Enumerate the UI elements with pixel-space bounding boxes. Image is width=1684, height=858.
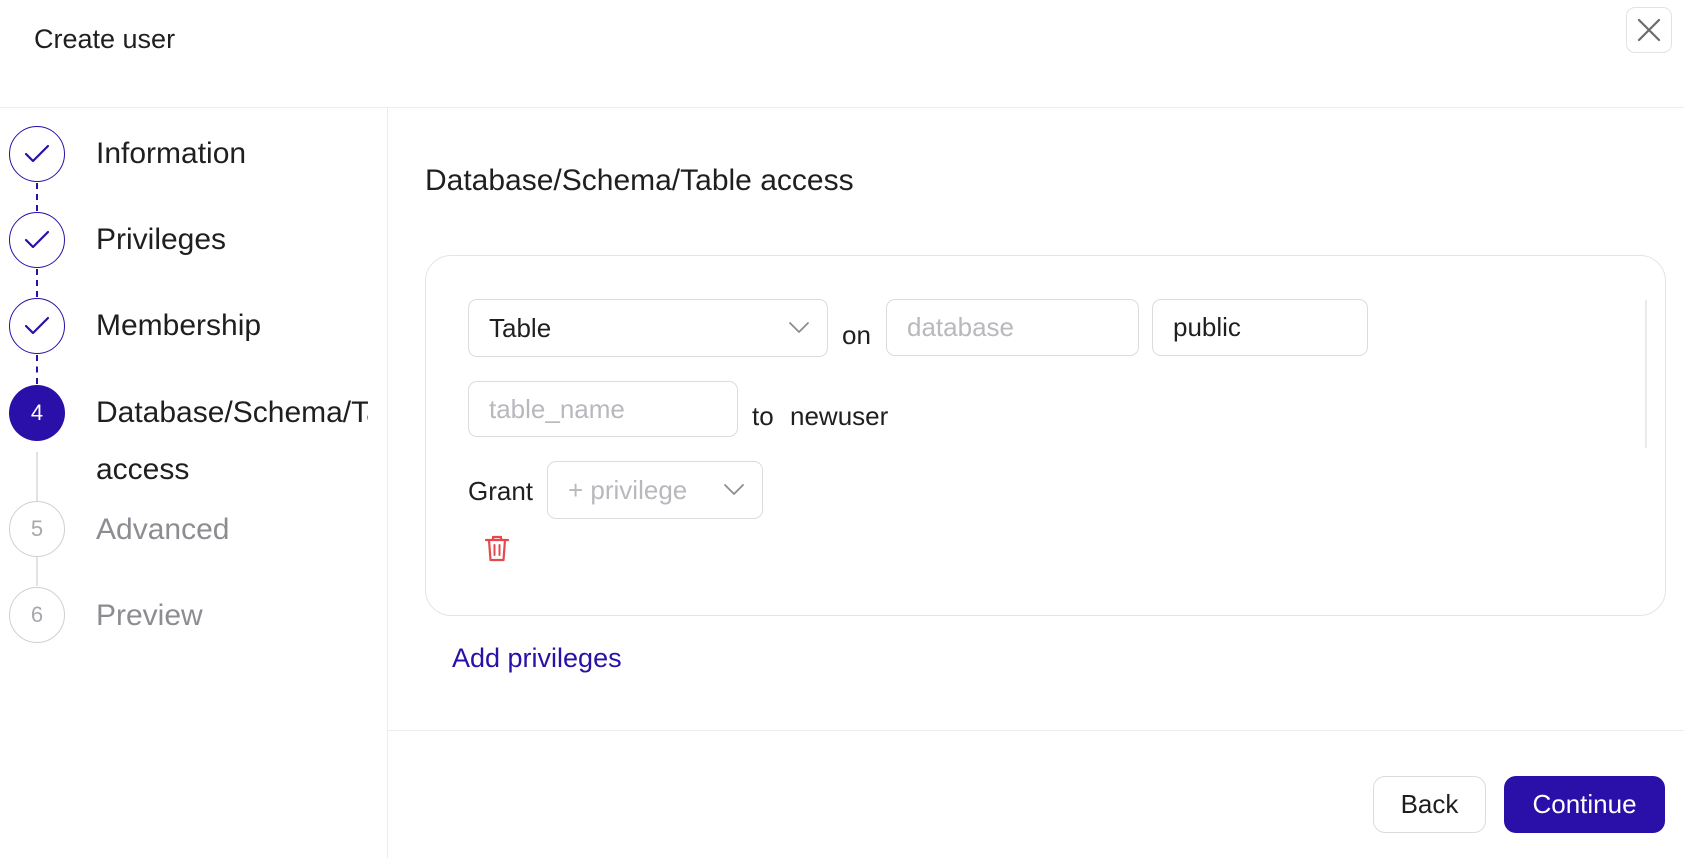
step-connector <box>36 452 38 502</box>
footer-divider <box>388 730 1684 731</box>
database-input[interactable]: database <box>886 299 1139 356</box>
database-placeholder: database <box>907 312 1014 342</box>
step-2-label[interactable]: Privileges <box>96 223 226 257</box>
object-type-value: Table <box>489 312 552 343</box>
to-label: to <box>752 401 774 431</box>
section-title: Database/Schema/Table access <box>425 164 854 197</box>
grant-label: Grant <box>468 476 534 506</box>
step-6-label[interactable]: Preview <box>96 599 203 633</box>
step-5-marker[interactable]: 5 <box>9 501 65 557</box>
check-icon <box>24 144 50 163</box>
step-connector <box>36 269 38 297</box>
chevron-down-icon <box>724 484 744 495</box>
step-4-marker[interactable]: 4 <box>9 385 65 441</box>
sidebar-divider <box>387 108 388 858</box>
card-scrollbar[interactable] <box>1645 300 1647 448</box>
step-6-marker[interactable]: 6 <box>9 587 65 643</box>
object-type-select[interactable]: Table <box>468 299 828 357</box>
create-user-dialog: Create user Information Privileges Membe… <box>0 0 1684 858</box>
check-icon <box>24 316 50 335</box>
step-connector <box>36 183 38 211</box>
table-name-input[interactable]: table_name <box>468 381 738 437</box>
check-icon <box>24 230 50 249</box>
username-text: newuser <box>790 401 889 431</box>
schema-value: public <box>1173 312 1241 342</box>
back-button[interactable]: Back <box>1373 776 1486 833</box>
close-button[interactable] <box>1626 7 1672 53</box>
step-3-marker[interactable] <box>9 298 65 354</box>
dialog-title: Create user <box>34 24 176 54</box>
step-2-marker[interactable] <box>9 212 65 268</box>
table-name-placeholder: table_name <box>489 393 625 424</box>
chevron-down-icon <box>789 322 809 333</box>
step-4-label[interactable]: Database/Schema/Table access <box>96 384 368 498</box>
header-divider <box>0 107 1684 108</box>
step-5-label[interactable]: Advanced <box>96 513 229 547</box>
add-privileges-link[interactable]: Add privileges <box>452 643 622 674</box>
privilege-select[interactable]: + privilege <box>547 461 763 519</box>
close-icon <box>1637 18 1661 42</box>
step-connector <box>36 355 38 384</box>
continue-button[interactable]: Continue <box>1504 776 1665 833</box>
step-1-marker[interactable] <box>9 126 65 182</box>
on-label: on <box>842 320 871 350</box>
trash-icon[interactable] <box>483 533 511 563</box>
privilege-placeholder: + privilege <box>568 474 688 505</box>
step-1-label[interactable]: Information <box>96 137 246 171</box>
step-3-label[interactable]: Membership <box>96 309 261 343</box>
step-connector <box>36 557 38 586</box>
schema-input[interactable]: public <box>1152 299 1368 356</box>
